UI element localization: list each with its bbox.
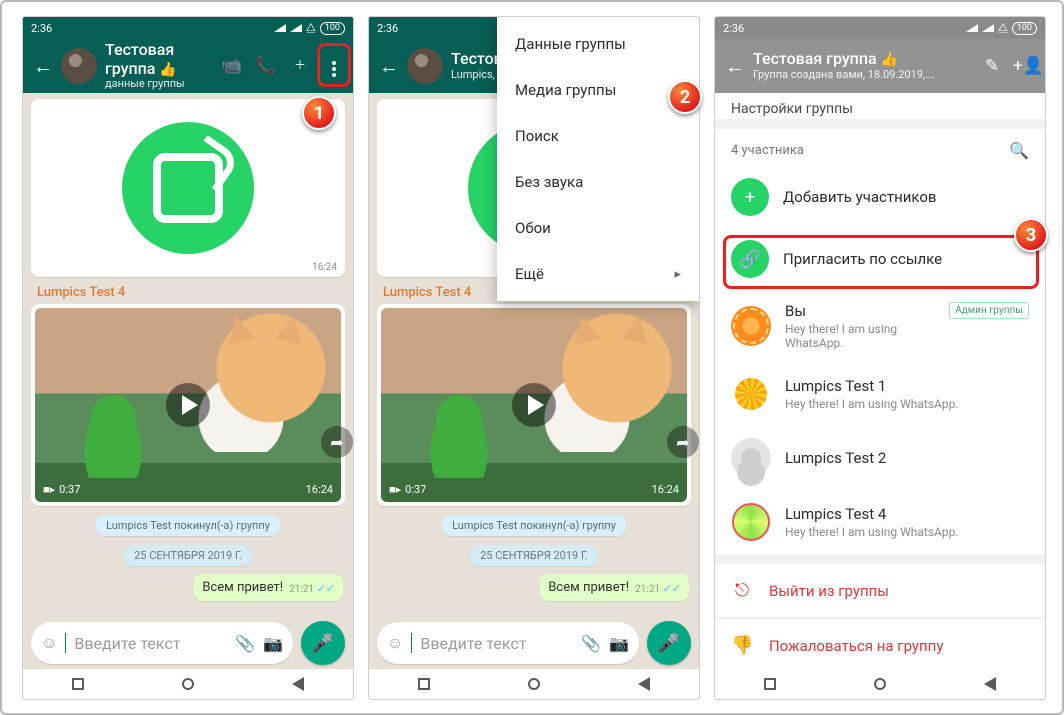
- edit-icon[interactable]: ✎: [979, 56, 1005, 76]
- date-separator: 25 СЕНТЯБРЯ 2019 Г.: [31, 544, 345, 566]
- group-avatar[interactable]: [61, 48, 97, 84]
- chat-scroll[interactable]: 16:24 Lumpics Test 4 ■▸0:37 16:24 ➦ Lump…: [23, 93, 353, 699]
- add-member-icon[interactable]: +👤: [1013, 56, 1039, 76]
- avatar-you: [731, 306, 771, 346]
- android-nav-bar: [23, 669, 353, 699]
- add-person-icon: +: [731, 178, 769, 216]
- step-badge-1: 1: [302, 96, 336, 130]
- message-input-bar: ☺ Введите текст 📎 📷 🎤: [31, 621, 345, 665]
- thumb-emoji: 👍: [159, 62, 176, 78]
- attach-icon[interactable]: 📎: [235, 634, 255, 653]
- video-message[interactable]: ■▸0:37 16:24 ➦: [377, 304, 691, 506]
- invite-link-row[interactable]: 🔗 Пригласить по ссылке: [715, 228, 1045, 290]
- menu-item-more[interactable]: Ещё▸: [497, 251, 699, 297]
- link-icon: 🔗: [731, 240, 769, 278]
- step-badge-2: 2: [668, 80, 702, 114]
- menu-item-group-info[interactable]: Данные группы: [497, 21, 699, 67]
- message-input[interactable]: ☺ Введите текст 📎 📷: [377, 622, 639, 664]
- exit-group-row[interactable]: ⎋ Выйти из группы: [715, 564, 1045, 617]
- participant-1[interactable]: Lumpics Test 1Hey there! I am using What…: [715, 362, 1045, 426]
- status-bar: 2:36 ⧋100: [715, 17, 1045, 39]
- play-icon[interactable]: [166, 383, 210, 427]
- group-settings-row[interactable]: Настройки группы: [715, 93, 1045, 119]
- video-thumbnail: ■▸0:37 16:24: [35, 308, 341, 502]
- phone-menu-screen: 2:36 ⧋100 ← Тестовая группа Lumpics, Lum…: [368, 16, 700, 700]
- info-title-block: Тестовая группа 👍 Группа создана вами, 1…: [753, 50, 971, 81]
- group-subtitle: данные группы: [105, 78, 211, 91]
- forward-icon[interactable]: ➦: [321, 426, 353, 458]
- report-group-row[interactable]: 👎 Пожаловаться на группу: [715, 619, 1045, 672]
- nav-home-icon[interactable]: [182, 678, 194, 690]
- image-message[interactable]: 16:24: [31, 99, 345, 277]
- group-info-body[interactable]: Настройки группы 4 участника 🔍 + Добавит…: [715, 93, 1045, 699]
- more-options-button[interactable]: [321, 56, 347, 76]
- back-icon[interactable]: ←: [33, 54, 53, 79]
- sender-name: Lumpics Test 4: [31, 277, 345, 304]
- group-avatar[interactable]: [407, 48, 443, 84]
- chat-app-bar: ← Тестовая группа 👍 данные группы 📹 📞 ＋: [23, 39, 353, 93]
- emoji-icon[interactable]: ☺: [41, 633, 57, 653]
- chevron-right-icon: ▸: [674, 267, 681, 282]
- voice-call-icon[interactable]: 📞: [253, 56, 279, 76]
- status-time: 2:36: [31, 22, 52, 35]
- status-bar: 2:36 ⧋100: [23, 17, 353, 39]
- android-nav-bar: [715, 669, 1045, 699]
- back-icon[interactable]: ←: [379, 54, 399, 79]
- input-placeholder: Введите текст: [74, 634, 227, 653]
- participant-you[interactable]: ВыHey there! I am using WhatsApp. Aдмин …: [715, 290, 1045, 362]
- menu-item-mute[interactable]: Без звука: [497, 159, 699, 205]
- android-nav-bar: [369, 669, 699, 699]
- participants-header: 4 участника 🔍: [715, 129, 1045, 166]
- outgoing-message[interactable]: Всем привет!21:21 ✓✓: [33, 574, 343, 601]
- system-message-left: Lumpics Test покинул(-а) группу: [31, 514, 345, 536]
- video-duration: ■▸0:37: [43, 483, 80, 496]
- avatar-2: [731, 438, 771, 478]
- emoji-icon[interactable]: ☺: [387, 633, 403, 653]
- menu-item-search[interactable]: Поиск: [497, 113, 699, 159]
- message-input-bar: ☺ Введите текст 📎 📷 🎤: [377, 621, 691, 665]
- message-input[interactable]: ☺ Введите текст 📎 📷: [31, 622, 293, 664]
- video-time: 16:24: [306, 483, 333, 496]
- forward-icon[interactable]: ➦: [667, 426, 699, 458]
- menu-item-wallpaper[interactable]: Обои: [497, 205, 699, 251]
- exit-icon: ⎋: [731, 580, 753, 601]
- play-icon[interactable]: [512, 383, 556, 427]
- mic-icon: 🎤: [312, 633, 334, 654]
- participant-2[interactable]: Lumpics Test 2: [715, 426, 1045, 490]
- videocam-icon: ■▸: [43, 483, 55, 496]
- avatar-4: [731, 502, 771, 542]
- admin-badge: Aдмин группы: [949, 302, 1029, 319]
- nav-back-icon[interactable]: [292, 677, 304, 691]
- step-badge-3: 3: [1014, 218, 1048, 252]
- search-icon[interactable]: 🔍: [1009, 141, 1029, 160]
- thumbs-down-icon: 👎: [731, 635, 753, 656]
- more-vert-icon: [332, 67, 336, 71]
- message-time: 16:24: [312, 262, 337, 273]
- avatar-1: [731, 374, 771, 414]
- attach-icon[interactable]: 📎: [581, 634, 601, 653]
- status-icons: ⧋100: [274, 21, 345, 35]
- nav-recent-icon[interactable]: [72, 678, 84, 690]
- phone-group-info-screen: 2:36 ⧋100 ← Тестовая группа 👍 Группа соз…: [714, 16, 1046, 700]
- whatsapp-logo-image: [35, 103, 341, 273]
- status-time: 2:36: [377, 22, 398, 35]
- participant-4[interactable]: Lumpics Test 4Hey there! I am using What…: [715, 490, 1045, 554]
- mic-button[interactable]: 🎤: [647, 621, 691, 665]
- mic-button[interactable]: 🎤: [301, 621, 345, 665]
- video-message[interactable]: ■▸0:37 16:24 ➦: [31, 304, 345, 506]
- video-call-icon[interactable]: 📹: [219, 56, 245, 76]
- camera-icon[interactable]: 📷: [609, 634, 629, 653]
- group-created-subtitle: Группа создана вами, 18.09.2019,...: [753, 69, 971, 82]
- back-icon[interactable]: ←: [725, 54, 745, 79]
- camera-icon[interactable]: 📷: [263, 634, 283, 653]
- info-app-bar: ← Тестовая группа 👍 Группа создана вами,…: [715, 39, 1045, 93]
- overflow-menu: Данные группы Медиа группы Поиск Без зву…: [497, 17, 699, 301]
- add-participants-row[interactable]: + Добавить участников: [715, 166, 1045, 228]
- add-call-icon[interactable]: ＋: [287, 56, 313, 73]
- read-ticks-icon: ✓✓: [317, 582, 335, 595]
- chat-title-block[interactable]: Тестовая группа 👍 данные группы: [105, 41, 211, 90]
